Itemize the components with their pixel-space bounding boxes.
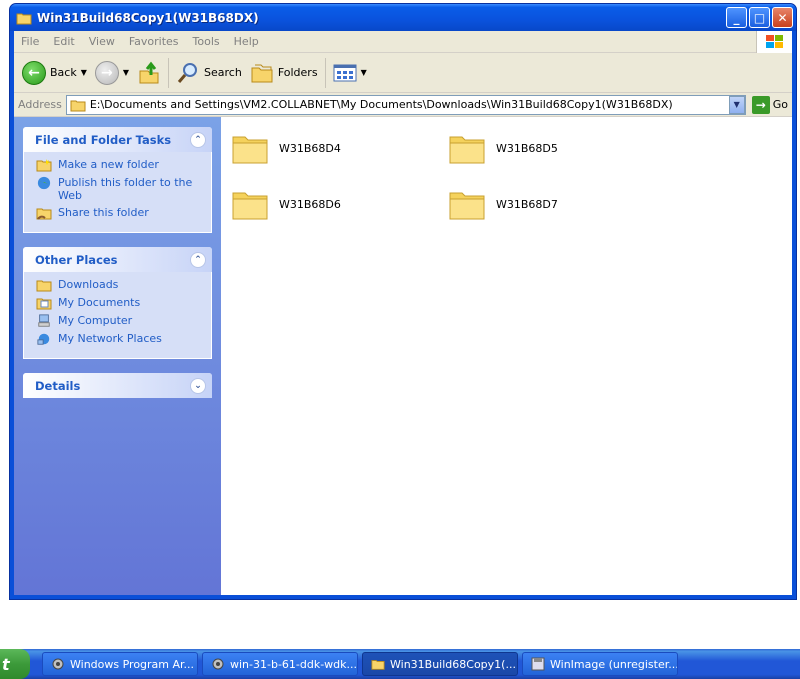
folders-label: Folders bbox=[277, 66, 318, 79]
address-label: Address bbox=[18, 98, 62, 111]
address-bar: Address E:\Documents and Settings\VM2.CO… bbox=[14, 93, 792, 117]
back-label: Back bbox=[50, 66, 77, 79]
my-network-places-link[interactable]: My Network Places bbox=[36, 332, 203, 346]
views-icon bbox=[333, 64, 357, 81]
my-documents-link[interactable]: My Documents bbox=[36, 296, 203, 310]
address-path: E:\Documents and Settings\VM2.COLLABNET\… bbox=[89, 98, 673, 111]
search-button[interactable]: Search bbox=[172, 57, 246, 89]
folder-icon bbox=[371, 660, 385, 670]
publish-folder-link[interactable]: Publish this folder to the Web bbox=[36, 176, 203, 202]
folders-button[interactable]: Folders bbox=[246, 57, 322, 89]
forward-button[interactable]: → ▼ bbox=[91, 57, 133, 89]
search-icon bbox=[177, 62, 198, 83]
my-computer-link[interactable]: My Computer bbox=[36, 314, 203, 328]
folder-icon bbox=[16, 13, 32, 24]
address-input[interactable]: E:\Documents and Settings\VM2.COLLABNET\… bbox=[65, 94, 746, 115]
file-list: W31B68D4 W31B68D5 W31B68D6 W31B68D7 bbox=[221, 117, 792, 595]
folder-icon bbox=[232, 136, 268, 164]
menu-favorites[interactable]: Favorites bbox=[122, 35, 186, 48]
collapse-icon[interactable]: ⌃ bbox=[190, 131, 206, 148]
share-folder-link[interactable]: Share this folder bbox=[36, 206, 203, 220]
app-icon bbox=[212, 658, 224, 670]
other-places-header[interactable]: Other Places ⌃ bbox=[23, 247, 212, 272]
go-label: Go bbox=[772, 98, 788, 111]
task-pane: File and Folder Tasks ⌃ Make a new folde… bbox=[14, 117, 221, 595]
folder-icon bbox=[70, 100, 86, 111]
folder-name: W31B68D6 bbox=[279, 197, 341, 211]
back-dropdown-icon[interactable]: ▼ bbox=[81, 68, 87, 77]
taskbar: t Windows Program Ar... win-31-b-61-ddk-… bbox=[0, 649, 800, 679]
floppy-icon bbox=[531, 657, 545, 671]
go-arrow-icon: → bbox=[751, 95, 770, 114]
collapse-icon[interactable]: ⌃ bbox=[190, 251, 206, 268]
start-button[interactable]: t bbox=[0, 649, 30, 679]
up-button[interactable] bbox=[133, 57, 165, 89]
back-button[interactable]: ← Back ▼ bbox=[18, 57, 91, 89]
other-places-panel: Other Places ⌃ Downloads My Documents My… bbox=[23, 247, 212, 359]
share-folder-icon bbox=[36, 208, 52, 220]
panel-title: Other Places bbox=[35, 252, 118, 267]
expand-icon[interactable]: ⌄ bbox=[190, 377, 206, 394]
folder-name: W31B68D7 bbox=[496, 197, 558, 211]
make-new-folder-link[interactable]: Make a new folder bbox=[36, 158, 203, 172]
toolbar-separator bbox=[168, 57, 170, 88]
file-folder-tasks-header[interactable]: File and Folder Tasks ⌃ bbox=[23, 127, 212, 152]
folder-item[interactable]: W31B68D4 bbox=[231, 131, 341, 165]
go-button[interactable]: → Go bbox=[751, 95, 788, 114]
folders-icon bbox=[251, 64, 273, 82]
folder-name: W31B68D5 bbox=[496, 141, 558, 155]
folder-icon bbox=[449, 136, 485, 164]
folder-icon bbox=[36, 280, 52, 292]
taskbar-button-ddk[interactable]: win-31-b-61-ddk-wdk... bbox=[202, 652, 358, 676]
window-title: Win31Build68Copy1(W31B68DX) bbox=[37, 10, 259, 25]
title-bar[interactable]: Win31Build68Copy1(W31B68DX) _ □ ✕ bbox=[10, 4, 796, 31]
network-icon bbox=[37, 333, 50, 345]
folder-item[interactable]: W31B68D6 bbox=[231, 187, 341, 221]
downloads-link[interactable]: Downloads bbox=[36, 278, 203, 292]
panel-title: Details bbox=[35, 378, 81, 393]
menu-edit[interactable]: Edit bbox=[46, 35, 81, 48]
forward-dropdown-icon[interactable]: ▼ bbox=[123, 68, 129, 77]
minimize-button[interactable]: _ bbox=[726, 7, 747, 28]
menu-bar: File Edit View Favorites Tools Help bbox=[14, 30, 792, 53]
forward-arrow-icon: → bbox=[94, 60, 119, 85]
views-dropdown-icon: ▼ bbox=[360, 68, 367, 77]
menu-help[interactable]: Help bbox=[227, 35, 266, 48]
folder-name: W31B68D4 bbox=[279, 141, 341, 155]
maximize-button[interactable]: □ bbox=[749, 7, 770, 28]
toolbar: ← Back ▼ → ▼ Search Folders ▼ bbox=[14, 53, 792, 93]
toolbar-separator bbox=[324, 57, 326, 88]
menu-file[interactable]: File bbox=[14, 35, 46, 48]
folder-item[interactable]: W31B68D5 bbox=[448, 131, 558, 165]
windows-logo-icon bbox=[756, 30, 792, 53]
back-arrow-icon: ← bbox=[22, 60, 46, 85]
folder-icon bbox=[449, 192, 485, 220]
taskbar-button-program-archive[interactable]: Windows Program Ar... bbox=[42, 652, 198, 676]
search-label: Search bbox=[204, 66, 242, 79]
computer-icon bbox=[38, 314, 50, 327]
folder-item[interactable]: W31B68D7 bbox=[448, 187, 558, 221]
file-folder-tasks-panel: File and Folder Tasks ⌃ Make a new folde… bbox=[23, 127, 212, 233]
address-dropdown-icon[interactable]: ▼ bbox=[728, 95, 745, 114]
menu-view[interactable]: View bbox=[82, 35, 122, 48]
taskbar-button-explorer[interactable]: Win31Build68Copy1(... bbox=[362, 652, 518, 676]
views-button[interactable]: ▼ bbox=[329, 57, 371, 89]
globe-icon bbox=[37, 176, 51, 190]
explorer-window: Win31Build68Copy1(W31B68DX) _ □ ✕ File E… bbox=[9, 3, 797, 600]
panel-title: File and Folder Tasks bbox=[35, 132, 172, 147]
close-button[interactable]: ✕ bbox=[772, 7, 793, 28]
menu-tools[interactable]: Tools bbox=[186, 35, 227, 48]
up-folder-icon bbox=[139, 61, 159, 83]
my-documents-icon bbox=[36, 298, 52, 310]
app-icon bbox=[52, 658, 64, 670]
taskbar-button-winimage[interactable]: WinImage (unregister... bbox=[522, 652, 678, 676]
details-panel: Details ⌄ bbox=[23, 373, 212, 398]
folder-icon bbox=[232, 192, 268, 220]
details-header[interactable]: Details ⌄ bbox=[23, 373, 212, 398]
new-folder-icon bbox=[36, 159, 52, 172]
